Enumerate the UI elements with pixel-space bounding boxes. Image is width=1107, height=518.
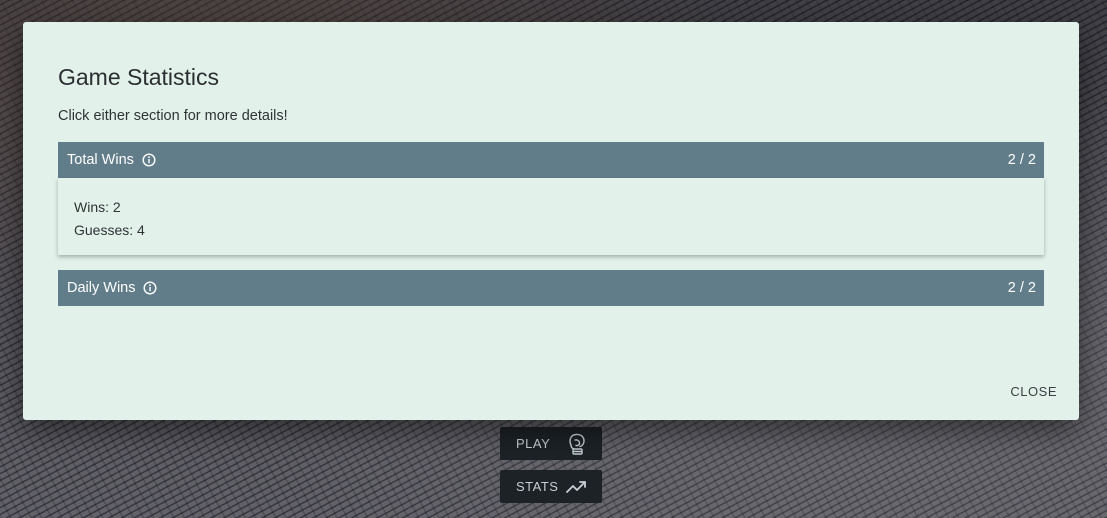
game-statistics-dialog: Game Statistics Click either section for…: [23, 22, 1079, 420]
play-button[interactable]: PLAY: [500, 427, 602, 460]
dialog-title: Game Statistics: [58, 64, 220, 90]
total-wins-panel-header[interactable]: Total Wins 2 / 2: [58, 142, 1044, 178]
info-icon[interactable]: [143, 281, 157, 295]
total-wins-details: Wins: 2 Guesses: 4: [58, 178, 1044, 255]
info-icon[interactable]: [142, 153, 156, 167]
total-wins-value: 2 / 2: [1007, 152, 1036, 168]
daily-wins-panel-header[interactable]: Daily Wins 2 / 2: [58, 270, 1044, 306]
close-button[interactable]: CLOSE: [1010, 384, 1057, 399]
total-wins-label: Total Wins: [67, 152, 134, 168]
trending-line-icon: [566, 480, 586, 494]
boxing-glove-icon: [566, 432, 588, 456]
guesses-stat: Guesses: 4: [74, 222, 145, 238]
daily-wins-label: Daily Wins: [67, 280, 136, 296]
stats-button-label: STATS: [516, 479, 559, 494]
wins-stat: Wins: 2: [74, 199, 121, 215]
dialog-subtitle: Click either section for more details!: [58, 108, 288, 124]
stats-button[interactable]: STATS: [500, 470, 602, 503]
daily-wins-value: 2 / 2: [1007, 280, 1036, 296]
play-button-label: PLAY: [516, 436, 551, 451]
